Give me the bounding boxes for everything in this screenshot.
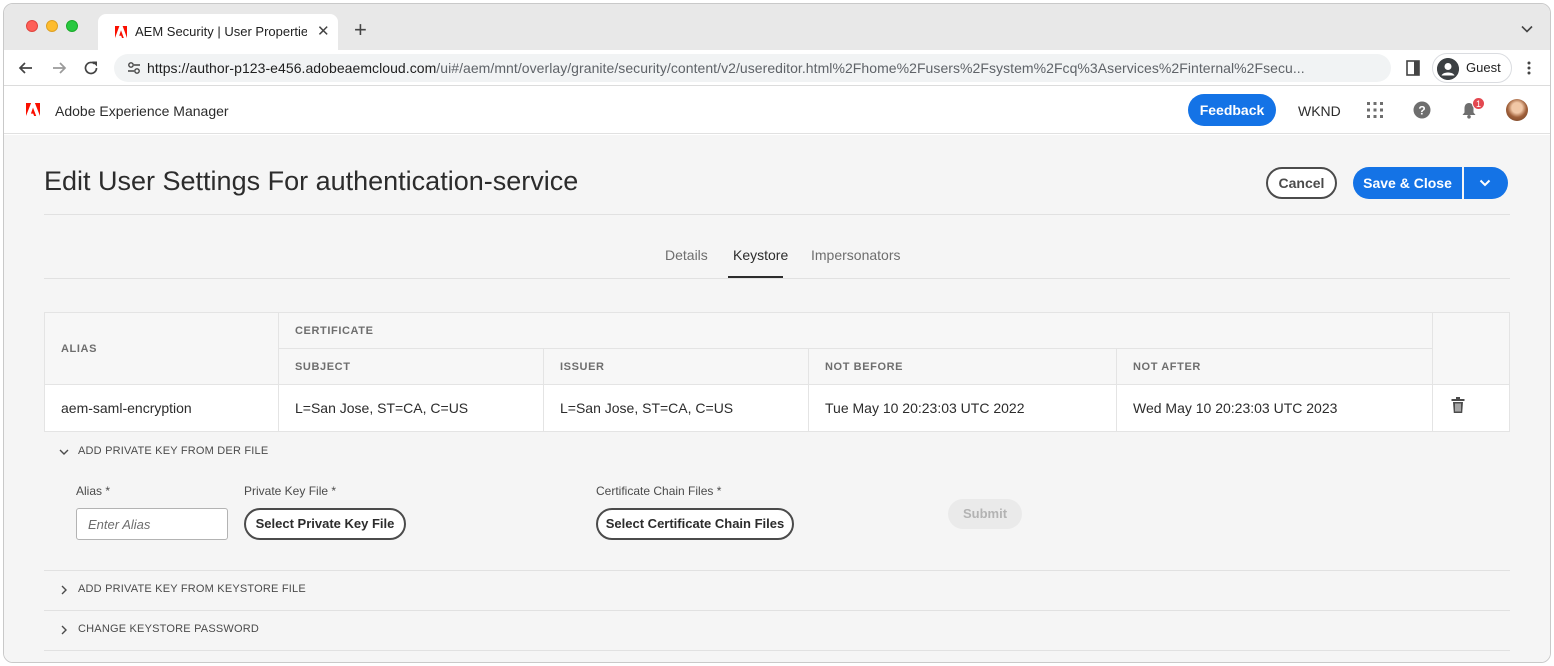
url-text: https://author-p123-e456.adobeaemcloud.c…	[147, 60, 1383, 76]
column-header-issuer: ISSUER	[560, 361, 605, 373]
svg-text:?: ?	[1418, 104, 1425, 118]
save-and-close-button[interactable]: Save & Close	[1353, 167, 1462, 199]
browser-menu-icon[interactable]	[1524, 60, 1534, 76]
url-path: /ui#/aem/mnt/overlay/granite/security/co…	[436, 60, 1305, 76]
aem-shell-header: Adobe Experience Manager Feedback WKND ?…	[4, 86, 1550, 134]
header-divider	[278, 348, 1432, 349]
keystore-table: ALIAS CERTIFICATE SUBJECT ISSUER NOT BEF…	[44, 312, 1510, 432]
select-private-key-button[interactable]: Select Private Key File	[244, 508, 406, 540]
header-bottom-divider	[45, 384, 1509, 385]
chevron-right-icon	[61, 585, 67, 595]
forward-arrow-icon[interactable]	[50, 59, 68, 77]
user-avatar[interactable]	[1506, 99, 1528, 121]
adobe-favicon-icon	[115, 26, 127, 38]
close-window-button[interactable]	[26, 20, 38, 32]
cell-not-before: Tue May 10 20:23:03 UTC 2022	[825, 400, 1025, 416]
browser-window: AEM Security | User Properties ✕ + https…	[3, 3, 1551, 663]
back-arrow-icon[interactable]	[17, 59, 35, 77]
profile-button[interactable]: Guest	[1432, 53, 1512, 83]
column-divider	[808, 348, 809, 431]
url-host: https://author-p123-e456.adobeaemcloud.c…	[147, 60, 437, 76]
alias-field-label: Alias *	[76, 484, 111, 498]
browser-tab[interactable]: AEM Security | User Properties ✕	[98, 14, 338, 50]
chevron-down-icon[interactable]	[1520, 22, 1534, 36]
accordion-der-file[interactable]: ADD PRIVATE KEY FROM DER FILE	[44, 432, 1510, 472]
tab-details[interactable]: Details	[665, 247, 708, 263]
column-header-not-before: NOT BEFORE	[825, 361, 904, 373]
adobe-logo-icon[interactable]	[26, 103, 40, 116]
notification-count-badge: 1	[1472, 97, 1485, 110]
title-divider	[44, 214, 1510, 215]
browser-tabstrip: AEM Security | User Properties ✕ +	[4, 4, 1550, 50]
cell-issuer: L=San Jose, ST=CA, C=US	[560, 400, 734, 416]
minimize-window-button[interactable]	[46, 20, 58, 32]
cell-not-after: Wed May 10 20:23:03 UTC 2023	[1133, 400, 1338, 416]
help-icon[interactable]: ?	[1413, 101, 1431, 119]
chevron-down-icon	[1479, 179, 1491, 187]
tab-impersonators[interactable]: Impersonators	[811, 247, 900, 263]
org-switcher[interactable]: WKND	[1298, 103, 1341, 119]
column-header-not-after: NOT AFTER	[1133, 361, 1201, 373]
column-divider	[1432, 313, 1433, 431]
column-divider	[1116, 348, 1117, 431]
reload-icon[interactable]	[82, 59, 100, 77]
trash-icon[interactable]	[1451, 397, 1465, 413]
site-info-icon[interactable]	[126, 60, 142, 76]
apps-grid-icon[interactable]	[1366, 101, 1384, 119]
column-divider	[278, 313, 279, 431]
chevron-right-icon	[61, 625, 67, 635]
cell-alias: aem-saml-encryption	[61, 400, 192, 416]
cert-chain-field-label: Certificate Chain Files *	[596, 484, 722, 498]
settings-tabs: Details Keystore Impersonators	[44, 235, 1510, 279]
cell-subject: L=San Jose, ST=CA, C=US	[295, 400, 469, 416]
tab-close-icon[interactable]: ✕	[317, 22, 330, 40]
product-name[interactable]: Adobe Experience Manager	[55, 103, 229, 119]
alias-input[interactable]	[76, 508, 228, 540]
accordion-label: CHANGE KEYSTORE PASSWORD	[78, 623, 260, 635]
page-content: Edit User Settings For authentication-se…	[4, 135, 1550, 662]
browser-toolbar: https://author-p123-e456.adobeaemcloud.c…	[4, 50, 1550, 86]
accordion-divider	[44, 650, 1510, 651]
tab-title: AEM Security | User Properties	[135, 24, 307, 39]
column-header-certificate: CERTIFICATE	[295, 325, 374, 337]
chevron-down-icon	[59, 449, 69, 455]
cancel-button[interactable]: Cancel	[1266, 167, 1337, 199]
column-header-subject: SUBJECT	[295, 361, 351, 373]
accordion-change-password[interactable]: CHANGE KEYSTORE PASSWORD	[44, 610, 1510, 650]
feedback-button[interactable]: Feedback	[1188, 94, 1276, 126]
private-key-field-label: Private Key File *	[244, 484, 337, 498]
accordion-keystore-file[interactable]: ADD PRIVATE KEY FROM KEYSTORE FILE	[44, 570, 1510, 610]
accordion-label: ADD PRIVATE KEY FROM DER FILE	[78, 445, 269, 457]
address-bar[interactable]: https://author-p123-e456.adobeaemcloud.c…	[114, 54, 1391, 82]
profile-icon	[1437, 58, 1459, 80]
new-tab-icon[interactable]: +	[354, 19, 367, 41]
submit-button[interactable]: Submit	[948, 499, 1022, 529]
accordion-label: ADD PRIVATE KEY FROM KEYSTORE FILE	[78, 583, 306, 595]
column-divider	[543, 348, 544, 431]
save-options-dropdown[interactable]	[1464, 167, 1508, 199]
select-cert-chain-button[interactable]: Select Certificate Chain Files	[596, 508, 794, 540]
column-header-alias: ALIAS	[61, 343, 97, 355]
side-panel-icon[interactable]	[1406, 60, 1420, 76]
page-title: Edit User Settings For authentication-se…	[44, 166, 579, 196]
tab-keystore[interactable]: Keystore	[733, 247, 788, 263]
active-tab-indicator	[728, 276, 783, 278]
zoom-window-button[interactable]	[66, 20, 78, 32]
profile-label: Guest	[1466, 60, 1501, 75]
